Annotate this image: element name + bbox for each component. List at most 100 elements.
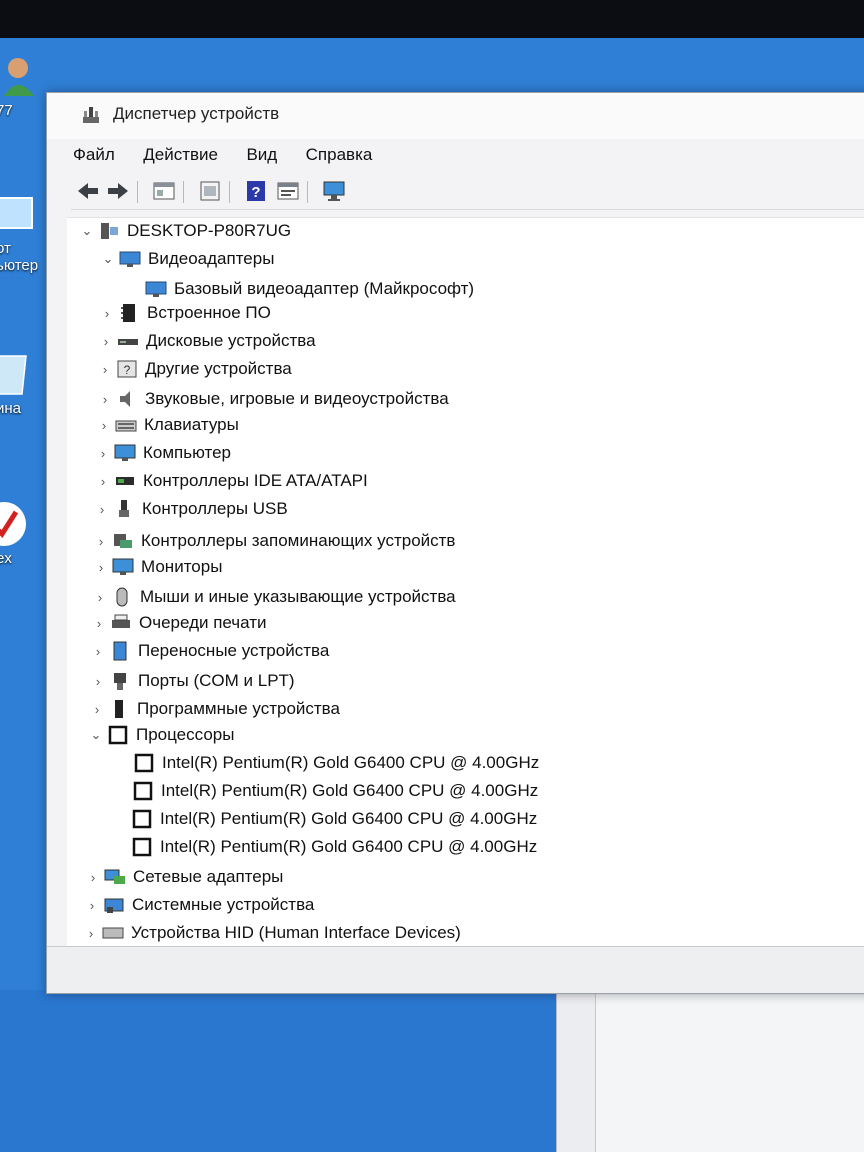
tree-category[interactable]: ⌄ Процессоры	[86, 722, 234, 748]
tree-category[interactable]: ›? Другие устройства	[95, 356, 292, 382]
tree-category[interactable]: › Дисковые устройства	[96, 328, 316, 354]
tree-node-label: Intel(R) Pentium(R) Gold G6400 CPU @ 4.0…	[160, 837, 538, 856]
device-manager-window: Диспетчер устройств Файл Действие Вид Сп…	[46, 92, 864, 994]
collapse-arrow-icon[interactable]: ⌄	[77, 223, 97, 239]
desktop-icon-computer[interactable]: от ьютер	[0, 190, 40, 274]
collapse-arrow-icon[interactable]: ⌄	[98, 251, 118, 267]
tree-category[interactable]: › Программные устройства	[87, 696, 340, 722]
tree-category[interactable]: › Мониторы	[91, 554, 223, 580]
menu-action[interactable]: Действие	[141, 141, 220, 169]
recycle-bin-icon	[0, 355, 27, 395]
expand-arrow-icon[interactable]: ›	[91, 534, 111, 549]
other-devices-icon: ?	[115, 358, 139, 380]
tree-category[interactable]: › Порты (COM и LPT)	[88, 668, 295, 694]
expand-arrow-icon[interactable]: ›	[88, 644, 108, 659]
desktop-icon-label: ина	[0, 400, 22, 417]
tree-category[interactable]: › Переносные устройства	[88, 638, 329, 664]
expand-arrow-icon[interactable]: ›	[90, 590, 110, 605]
expand-arrow-icon[interactable]: ›	[81, 926, 101, 941]
tree-category[interactable]: › Контроллеры запоминающих устройств	[91, 528, 456, 554]
expand-arrow-icon[interactable]: ›	[95, 362, 115, 377]
update-driver-button[interactable]	[275, 179, 301, 203]
menu-bar: Файл Действие Вид Справка	[71, 141, 394, 171]
mouse-icon	[110, 586, 134, 608]
tree-device[interactable]: Intel(R) Pentium(R) Gold G6400 CPU @ 4.0…	[111, 778, 538, 804]
menu-view[interactable]: Вид	[244, 141, 279, 169]
desktop-icon-label: 77	[0, 102, 13, 119]
tree-category[interactable]: › Клавиатуры	[94, 412, 239, 438]
tree-node-label: Порты (COM и LPT)	[138, 671, 295, 690]
title-bar[interactable]: Диспетчер устройств	[47, 93, 864, 139]
tree-device[interactable]: Intel(R) Pentium(R) Gold G6400 CPU @ 4.0…	[112, 750, 539, 776]
desktop-icon-user[interactable]: 77	[0, 52, 40, 119]
tree-category[interactable]: ⌄ Видеоадаптеры	[98, 246, 275, 272]
tree-node-label: Компьютер	[143, 443, 231, 462]
toolbar-separator	[229, 181, 230, 203]
expand-arrow-icon[interactable]: ›	[95, 392, 115, 407]
display-adapter-icon	[144, 278, 168, 300]
processor-icon	[130, 836, 154, 858]
desktop-icon-app[interactable]: ex	[0, 500, 40, 567]
svg-text:?: ?	[124, 363, 131, 377]
menu-file[interactable]: Файл	[71, 141, 117, 169]
monitor-icon	[111, 556, 135, 578]
tree-category[interactable]: › Компьютер	[93, 440, 231, 466]
usb-icon	[112, 498, 136, 520]
expand-arrow-icon[interactable]: ›	[91, 560, 111, 575]
tree-device[interactable]: Базовый видеоадаптер (Майкрософт)	[124, 276, 474, 302]
tree-node-label: Другие устройства	[145, 359, 292, 378]
expand-arrow-icon[interactable]: ›	[93, 474, 113, 489]
expand-arrow-icon[interactable]: ›	[83, 870, 103, 885]
tree-device[interactable]: Intel(R) Pentium(R) Gold G6400 CPU @ 4.0…	[110, 806, 537, 832]
port-icon	[108, 670, 132, 692]
expand-arrow-icon[interactable]: ›	[97, 306, 117, 321]
expand-arrow-icon[interactable]: ›	[93, 446, 113, 461]
tree-category[interactable]: › Очереди печати	[89, 610, 267, 636]
tree-node-label: Видеоадаптеры	[148, 249, 275, 268]
expand-arrow-icon[interactable]: ›	[94, 418, 114, 433]
forward-button[interactable]	[105, 179, 131, 203]
disk-icon	[116, 330, 140, 352]
show-hidden-button[interactable]	[197, 179, 223, 203]
processor-icon	[132, 752, 156, 774]
desktop-icon-recycle-bin[interactable]: ина	[0, 350, 40, 417]
tree-category[interactable]: › Встроенное ПО	[97, 300, 271, 326]
computer-icon	[0, 197, 33, 229]
app-check-icon	[0, 502, 26, 546]
tree-device[interactable]: Intel(R) Pentium(R) Gold G6400 CPU @ 4.0…	[110, 834, 537, 860]
tree-root[interactable]: ⌄ DESKTOP-P80R7UG	[77, 218, 292, 244]
tree-category[interactable]: › Системные устройства	[82, 892, 315, 918]
processor-icon	[106, 724, 130, 746]
tree-category[interactable]: › Сетевые адаптеры	[83, 864, 284, 890]
toolbar: ?	[71, 175, 864, 210]
display-adapter-icon	[118, 248, 142, 270]
expand-arrow-icon[interactable]: ›	[96, 334, 116, 349]
back-button[interactable]	[75, 179, 101, 203]
toolbar-separator	[307, 181, 308, 203]
tree-node-label: Контроллеры USB	[142, 499, 288, 518]
tree-category[interactable]: › Звуковые, игровые и видеоустройства	[95, 386, 449, 412]
tree-node-label: Звуковые, игровые и видеоустройства	[145, 389, 449, 408]
expand-arrow-icon[interactable]: ›	[87, 702, 107, 717]
help-button[interactable]: ?	[243, 179, 269, 203]
device-tree[interactable]: ⌄ DESKTOP-P80R7UG ⌄ Видеоадаптеры Базовый ви…	[67, 217, 864, 946]
tree-category[interactable]: › Устройства HID (Human Interface Devices…	[81, 920, 461, 946]
processor-icon	[130, 808, 154, 830]
scan-hardware-button[interactable]	[321, 179, 347, 203]
sound-icon	[115, 388, 139, 410]
collapse-arrow-icon[interactable]: ⌄	[86, 727, 106, 743]
expand-arrow-icon[interactable]: ›	[88, 674, 108, 689]
tree-category[interactable]: › Мыши и иные указывающие устройства	[90, 584, 456, 610]
menu-help[interactable]: Справка	[304, 141, 375, 169]
tree-node-label: DESKTOP-P80R7UG	[127, 221, 292, 240]
tree-category[interactable]: › Контроллеры IDE ATA/ATAPI	[93, 468, 368, 494]
tree-node-label: Базовый видеоадаптер (Майкрософт)	[174, 279, 475, 298]
tree-category[interactable]: › Контроллеры USB	[92, 496, 288, 522]
expand-arrow-icon[interactable]: ›	[82, 898, 102, 913]
properties-button[interactable]	[151, 179, 177, 203]
expand-arrow-icon[interactable]: ›	[89, 616, 109, 631]
desktop-icon-label: ьютер	[0, 257, 39, 274]
expand-arrow-icon[interactable]: ›	[92, 502, 112, 517]
desktop-background	[0, 990, 560, 1152]
tree-node-label: Программные устройства	[137, 699, 340, 718]
